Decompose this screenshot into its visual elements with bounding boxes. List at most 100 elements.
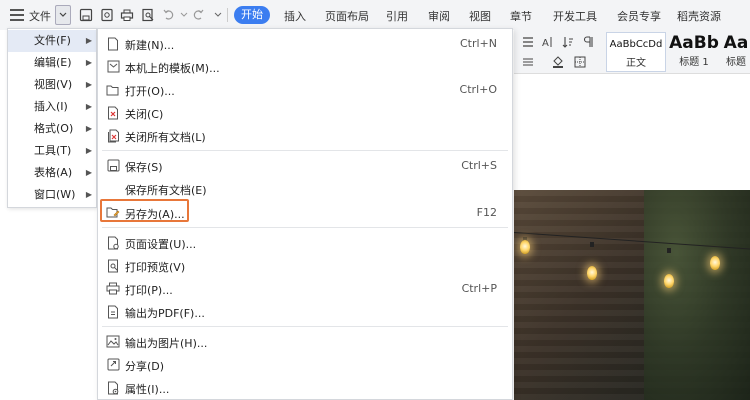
- print-preview-toolbar-icon[interactable]: [140, 7, 156, 23]
- menu-open-shortcut: Ctrl+O: [459, 83, 497, 96]
- document-photo-string-lights[interactable]: [514, 190, 750, 400]
- top-toolbar: 文件 开始 插入 页面布局 引用 审阅 视图 章节 开发工具 会员专享 稻壳资源: [0, 0, 750, 30]
- tab-docer-resources[interactable]: 稻壳资源: [677, 8, 721, 24]
- save-as-highlight-annotation: [100, 199, 189, 222]
- menu-divider: [102, 150, 508, 151]
- menu-export-pdf-label: 输出为PDF(F)...: [125, 307, 205, 320]
- menu-page-setup[interactable]: 页面设置(U)...: [98, 231, 512, 254]
- shading-icon[interactable]: [550, 54, 566, 70]
- export-pdf-toolbar-icon[interactable]: [99, 7, 115, 23]
- menu-save-label: 保存(S): [125, 161, 163, 174]
- style-normal[interactable]: AaBbCcDd 正文: [606, 32, 666, 72]
- menu-export-image-label: 输出为图片(H)...: [125, 337, 208, 350]
- menu-item-insert[interactable]: 插入(I) ▶: [8, 96, 96, 118]
- menu-print-preview[interactable]: 打印预览(V): [98, 254, 512, 277]
- menu-local-templates[interactable]: 本机上的模板(M)...: [98, 55, 512, 78]
- menu-save[interactable]: 保存(S) Ctrl+S: [98, 154, 512, 177]
- menu-export-pdf[interactable]: 输出为PDF(F)...: [98, 300, 512, 323]
- menu-item-window[interactable]: 窗口(W) ▶: [8, 184, 96, 206]
- text-direction-icon[interactable]: A: [540, 34, 556, 50]
- tab-page-layout[interactable]: 页面布局: [325, 8, 369, 24]
- menu-save-as-shortcut: F12: [476, 206, 497, 219]
- menu-new[interactable]: 新建(N)... Ctrl+N: [98, 32, 512, 55]
- style-title[interactable]: Aa 标题: [722, 32, 750, 72]
- tab-view[interactable]: 视图: [469, 8, 491, 24]
- sort-icon[interactable]: [560, 34, 576, 50]
- submenu-arrow-icon: ▶: [85, 168, 92, 177]
- light-bulb: [520, 240, 530, 254]
- tab-developer[interactable]: 开发工具: [553, 8, 597, 24]
- borders-icon[interactable]: [572, 54, 588, 70]
- tab-member[interactable]: 会员专享: [617, 8, 661, 24]
- hamburger-menu-icon[interactable]: [10, 9, 24, 21]
- menu-properties-label: 属性(I)...: [125, 383, 170, 396]
- submenu-arrow-icon: ▶: [85, 102, 92, 111]
- style-heading-1-name: 标题 1: [679, 57, 709, 68]
- menu-item-table[interactable]: 表格(A) ▶: [8, 162, 96, 184]
- bulb-cap: [590, 242, 594, 247]
- chevron-down-icon: [59, 12, 67, 17]
- menu-share-label: 分享(D): [125, 360, 165, 373]
- menu-share[interactable]: 分享(D): [98, 353, 512, 376]
- template-icon: [106, 59, 120, 74]
- menu-export-image[interactable]: 输出为图片(H)...: [98, 330, 512, 353]
- save-toolbar-icon[interactable]: [78, 7, 94, 23]
- pdf-icon: [106, 304, 120, 319]
- page-setup-icon: [106, 235, 120, 250]
- style-title-name: 标题: [726, 57, 746, 68]
- menu-properties[interactable]: 属性(I)...: [98, 376, 512, 399]
- print-preview-icon: [106, 258, 120, 273]
- menu-print-label: 打印(P)...: [125, 284, 173, 297]
- menu-open[interactable]: 打开(O)... Ctrl+O: [98, 78, 512, 101]
- main-menu: 文件(F) ▶ 编辑(E) ▶ 视图(V) ▶ 插入(I) ▶ 格式(O) ▶ 工具(T)…: [7, 28, 97, 208]
- submenu-arrow-icon: ▶: [85, 80, 92, 89]
- file-menu-button[interactable]: 文件: [29, 8, 51, 24]
- menu-print[interactable]: 打印(P)... Ctrl+P: [98, 277, 512, 300]
- menu-item-view-label: 视图(V): [34, 78, 73, 91]
- menu-item-table-label: 表格(A): [34, 166, 73, 179]
- redo-icon[interactable]: [190, 7, 206, 23]
- tab-review[interactable]: 审阅: [428, 8, 450, 24]
- new-doc-icon: [106, 36, 120, 51]
- folder-open-icon: [106, 82, 120, 97]
- menu-close-all[interactable]: 关闭所有文档(L): [98, 124, 512, 147]
- file-dropdown-button[interactable]: [55, 5, 71, 25]
- style-normal-name: 正文: [626, 58, 646, 69]
- print-toolbar-icon[interactable]: [119, 7, 135, 23]
- submenu-arrow-icon: ▶: [85, 146, 92, 155]
- menu-item-insert-label: 插入(I): [34, 100, 68, 113]
- tab-insert[interactable]: 插入: [284, 8, 306, 24]
- close-all-icon: [106, 128, 120, 143]
- menu-save-all[interactable]: 保存所有文档(E): [98, 177, 512, 200]
- menu-item-format[interactable]: 格式(O) ▶: [8, 118, 96, 140]
- line-spacing-icon[interactable]: [520, 34, 536, 50]
- menu-open-label: 打开(O)...: [125, 85, 175, 98]
- tab-chapter[interactable]: 章节: [510, 8, 532, 24]
- share-icon: [106, 357, 120, 372]
- menu-item-view[interactable]: 视图(V) ▶: [8, 74, 96, 96]
- save-icon: [106, 158, 120, 173]
- light-bulb: [710, 256, 720, 270]
- menu-item-edit[interactable]: 编辑(E) ▶: [8, 52, 96, 74]
- light-bulb: [664, 274, 674, 288]
- quick-access-more-icon[interactable]: [210, 7, 226, 23]
- menu-item-tools[interactable]: 工具(T) ▶: [8, 140, 96, 162]
- light-bulb: [587, 266, 597, 280]
- show-marks-icon[interactable]: [580, 34, 596, 50]
- tab-home[interactable]: 开始: [234, 6, 270, 24]
- style-normal-preview: AaBbCcDd: [609, 39, 663, 50]
- style-heading-1[interactable]: AaBb 标题 1: [664, 32, 724, 72]
- menu-close[interactable]: 关闭(C): [98, 101, 512, 124]
- align-distribute-icon[interactable]: [520, 54, 536, 70]
- photo-foliage: [644, 190, 750, 400]
- submenu-arrow-icon: ▶: [85, 36, 92, 45]
- menu-divider: [102, 326, 508, 327]
- undo-icon[interactable]: [161, 7, 177, 23]
- submenu-arrow-icon: ▶: [85, 124, 92, 133]
- tab-references[interactable]: 引用: [386, 8, 408, 24]
- menu-close-all-label: 关闭所有文档(L): [125, 131, 206, 144]
- menu-save-all-label: 保存所有文档(E): [125, 184, 207, 197]
- menu-item-file[interactable]: 文件(F) ▶: [8, 30, 96, 52]
- menu-local-templates-label: 本机上的模板(M)...: [125, 62, 220, 75]
- submenu-arrow-icon: ▶: [85, 190, 92, 199]
